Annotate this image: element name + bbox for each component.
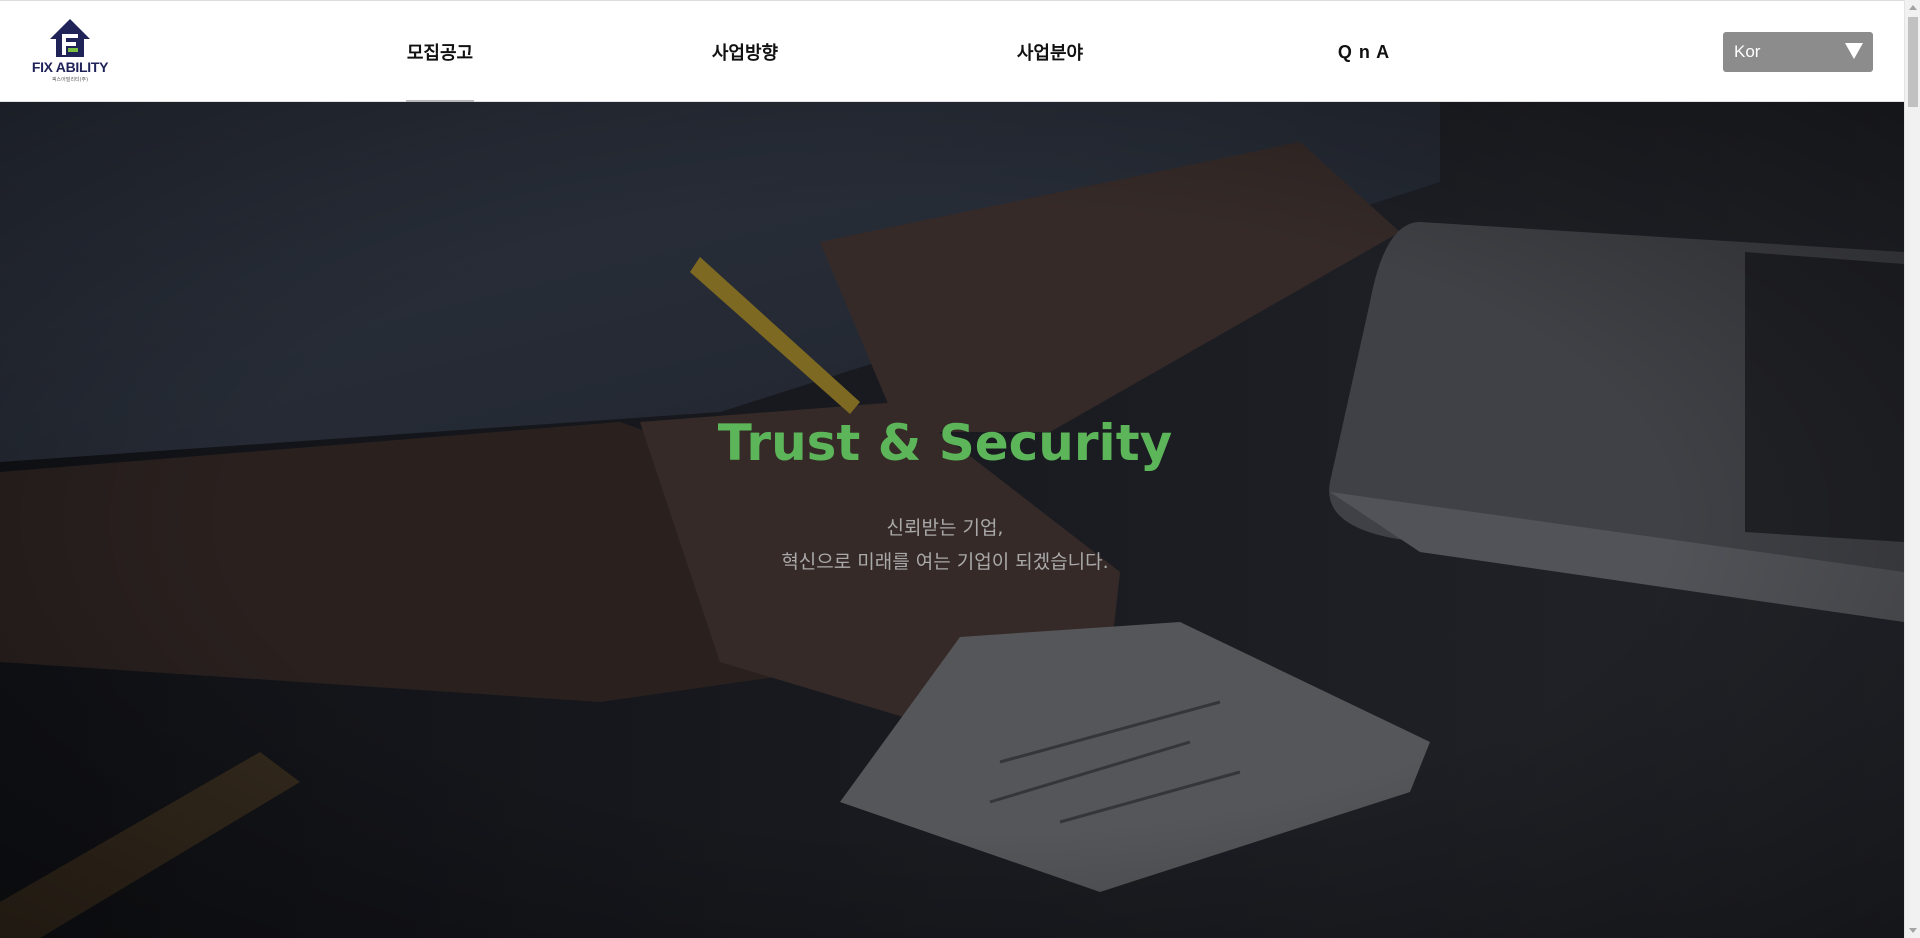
logo-mark-icon xyxy=(50,19,90,57)
nav-item-qna[interactable]: Q n A xyxy=(1336,1,1392,103)
nav-item-recruitment[interactable]: 모집공고 xyxy=(406,1,474,103)
hero-subtitle-line-1: 신뢰받는 기업, xyxy=(886,517,1004,539)
hero-section: Trust & Security 신뢰받는 기업, 혁신으로 미래를 여는 기업… xyxy=(0,102,1904,938)
site-header: FIX ABILITY 픽스어빌리티(주) 모집공고 사업방향 사업분야 Q n… xyxy=(0,0,1904,103)
language-selected-value: Kor xyxy=(1734,42,1761,61)
nav-item-business-area[interactable]: 사업분야 xyxy=(1014,1,1086,103)
logo-tagline: 픽스어빌리티(주) xyxy=(51,77,89,83)
scroll-up-icon[interactable] xyxy=(1909,5,1917,10)
logo-wordmark: FIX ABILITY xyxy=(31,59,109,75)
nav-item-business-direction[interactable]: 사업방향 xyxy=(709,1,781,103)
hero-subtitle-line-2: 혁신으로 미래를 여는 기업이 되겠습니다. xyxy=(781,551,1109,573)
hero-title: Trust & Security xyxy=(717,414,1173,472)
scrollbar-thumb[interactable] xyxy=(1908,17,1918,107)
scroll-down-icon[interactable] xyxy=(1909,928,1917,933)
page-scrollbar[interactable] xyxy=(1904,0,1920,938)
language-select[interactable]: Kor xyxy=(1723,32,1873,72)
fixability-logo[interactable]: FIX ABILITY 픽스어빌리티(주) xyxy=(28,17,112,87)
triangle-down-icon xyxy=(1845,43,1863,59)
